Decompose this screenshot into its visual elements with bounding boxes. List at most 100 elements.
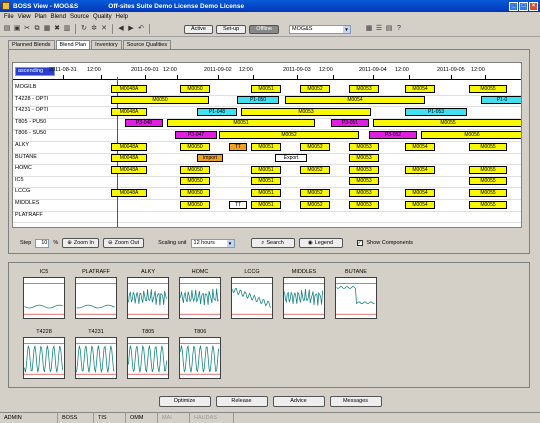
undo-icon[interactable]: ↶ — [137, 25, 145, 33]
thumbnail-t806[interactable]: T806 — [179, 329, 221, 379]
gantt-bar[interactable]: Export — [275, 154, 307, 163]
gantt-bar[interactable]: M0053 — [349, 84, 379, 93]
copy-icon[interactable]: ⧉ — [33, 25, 41, 33]
gantt-bar[interactable]: M0051 — [251, 84, 281, 93]
gantt-bar[interactable]: M0053 — [349, 154, 379, 163]
gantt-bar[interactable]: M0056 — [421, 130, 521, 139]
gantt-bar[interactable]: P1-0 — [481, 96, 521, 105]
gantt-bar[interactable]: P1-048 — [197, 107, 237, 116]
gantt-bar[interactable]: M0055 — [469, 177, 507, 186]
cut-icon[interactable]: ✂ — [23, 25, 31, 33]
gantt-bar[interactable]: M0050 — [180, 142, 210, 151]
gantt-bar[interactable]: P3-051 — [331, 119, 369, 128]
gantt-bar[interactable]: Import — [197, 154, 223, 163]
save-icon[interactable]: ▣ — [13, 25, 21, 33]
gantt-bar[interactable]: M0053 — [349, 200, 379, 209]
minimize-button[interactable]: _ — [509, 1, 518, 11]
release-button[interactable]: Release — [215, 396, 268, 407]
gantt-bar[interactable]: M0055 — [469, 188, 507, 197]
gantt-bar[interactable]: P3-047 — [175, 130, 217, 139]
menu-quality[interactable]: Quality — [93, 14, 112, 20]
gantt-bar[interactable]: P1-053 — [405, 107, 467, 116]
delete-icon[interactable]: ✖ — [53, 25, 61, 33]
menu-plan[interactable]: Plan — [35, 14, 47, 20]
gantt-bar[interactable]: P3-048 — [125, 119, 163, 128]
gantt-bar[interactable]: M0054 — [405, 200, 435, 209]
back-icon[interactable]: ◀ — [117, 25, 125, 33]
menu-file[interactable]: File — [4, 14, 14, 20]
gantt-bar[interactable]: M0051 — [251, 177, 281, 186]
scaling-unit-combo[interactable]: 12 hours ▼ — [190, 238, 235, 248]
gantt-bar[interactable]: M0053 — [349, 165, 379, 174]
tab-blend-plan[interactable]: Blend Plan — [55, 40, 91, 49]
tab-planned-blends[interactable]: Planned Blends — [8, 40, 55, 49]
gantt-bar[interactable]: M0053 — [349, 142, 379, 151]
mode-setup-button[interactable]: Set-up — [215, 24, 247, 34]
gantt-bar[interactable]: M0048A — [111, 142, 147, 151]
mode-active-button[interactable]: Active — [184, 24, 213, 34]
gantt-bar[interactable]: P3-052 — [369, 130, 417, 139]
show-components-checkbox[interactable]: ✓ — [356, 240, 363, 246]
list-icon[interactable]: ☰ — [375, 25, 383, 33]
gantt-bar[interactable]: M0051 — [251, 142, 281, 151]
gantt-bar[interactable]: M0048A — [111, 154, 147, 163]
gantt-bar[interactable]: M0048A — [111, 165, 147, 174]
gantt-bar[interactable]: M0052 — [300, 142, 330, 151]
menu-help[interactable]: Help — [116, 14, 128, 20]
gantt-bar[interactable]: M0051 — [251, 200, 281, 209]
grid-icon[interactable]: ▥ — [63, 25, 71, 33]
gantt-bar[interactable]: M0050 — [180, 200, 210, 209]
gantt-bar[interactable]: M0052 — [219, 130, 359, 139]
paste-icon[interactable]: ▦ — [43, 25, 51, 33]
gantt-bar[interactable]: M0051 — [251, 165, 281, 174]
menu-blend[interactable]: Blend — [51, 14, 66, 20]
gantt-bar[interactable]: M0053 — [349, 177, 379, 186]
gantt-bar[interactable]: M0052 — [300, 200, 330, 209]
gantt-bar[interactable]: M0052 — [300, 84, 330, 93]
zoom-out-button[interactable]: ⊖ Zoom Out — [103, 238, 145, 248]
thumbnail-ic5[interactable]: IC5 — [23, 269, 65, 319]
chart-icon[interactable]: ▤ — [385, 25, 393, 33]
help-icon[interactable]: ? — [395, 25, 403, 33]
gantt-bar[interactable]: M0053 — [349, 188, 379, 197]
gantt-bar[interactable]: M0054 — [405, 84, 435, 93]
forward-icon[interactable]: ▶ — [127, 25, 135, 33]
thumbnail-middles[interactable]: MIDDLES — [283, 269, 325, 319]
gantt-bar[interactable]: M0052 — [300, 188, 330, 197]
gantt-bar[interactable]: M0055 — [373, 119, 521, 128]
zoom-in-button[interactable]: ⊕ Zoom In — [62, 238, 100, 248]
thumbnail-t4228[interactable]: T4228 — [23, 329, 65, 379]
thumbnail-homc[interactable]: HOMC — [179, 269, 221, 319]
close-button[interactable]: × — [529, 1, 538, 11]
gantt-bar[interactable]: M0054 — [405, 188, 435, 197]
gantt-bar[interactable]: M0053 — [241, 107, 371, 116]
table-icon[interactable]: ▦ — [365, 25, 373, 33]
thumbnail-alky[interactable]: ALKY — [127, 269, 169, 319]
gantt-bar[interactable]: M0055 — [469, 84, 507, 93]
thumbnail-butane[interactable]: BUTANE — [335, 269, 377, 319]
tab-source-qualities[interactable]: Source Qualities — [122, 40, 172, 49]
messages-button[interactable]: Messages — [329, 396, 382, 407]
gantt-bar[interactable]: P1-050 — [237, 96, 279, 105]
gantt-bar[interactable]: M0054 — [405, 165, 435, 174]
gantt-bar[interactable]: M0051 — [167, 119, 315, 128]
gantt-bar[interactable]: M0050 — [180, 188, 210, 197]
gantt-bar[interactable]: M0052 — [300, 165, 330, 174]
step-input[interactable]: 10 — [35, 238, 50, 248]
gantt-bar[interactable]: TT — [229, 142, 247, 151]
refresh-icon[interactable]: ↻ — [80, 25, 88, 33]
tab-inventory[interactable]: Inventory — [91, 40, 122, 49]
search-button[interactable]: ⌕ Search — [250, 238, 295, 248]
thumbnail-lccg[interactable]: LCCG — [231, 269, 273, 319]
advice-button[interactable]: Advice — [272, 396, 325, 407]
gantt-bar[interactable]: M0048A — [111, 188, 147, 197]
thumbnail-t4231[interactable]: T4231 — [75, 329, 117, 379]
gantt-bar[interactable]: TT — [229, 200, 247, 209]
menu-view[interactable]: View — [18, 14, 31, 20]
cancel-icon[interactable]: ✕ — [100, 25, 108, 33]
optimize-button[interactable]: Optimize — [158, 396, 211, 407]
gantt-bar[interactable]: M0050 — [180, 84, 210, 93]
mode-offline-button[interactable]: Offline — [249, 24, 279, 34]
maximize-button[interactable]: □ — [519, 1, 528, 11]
gantt-bar[interactable]: M0055 — [469, 142, 507, 151]
